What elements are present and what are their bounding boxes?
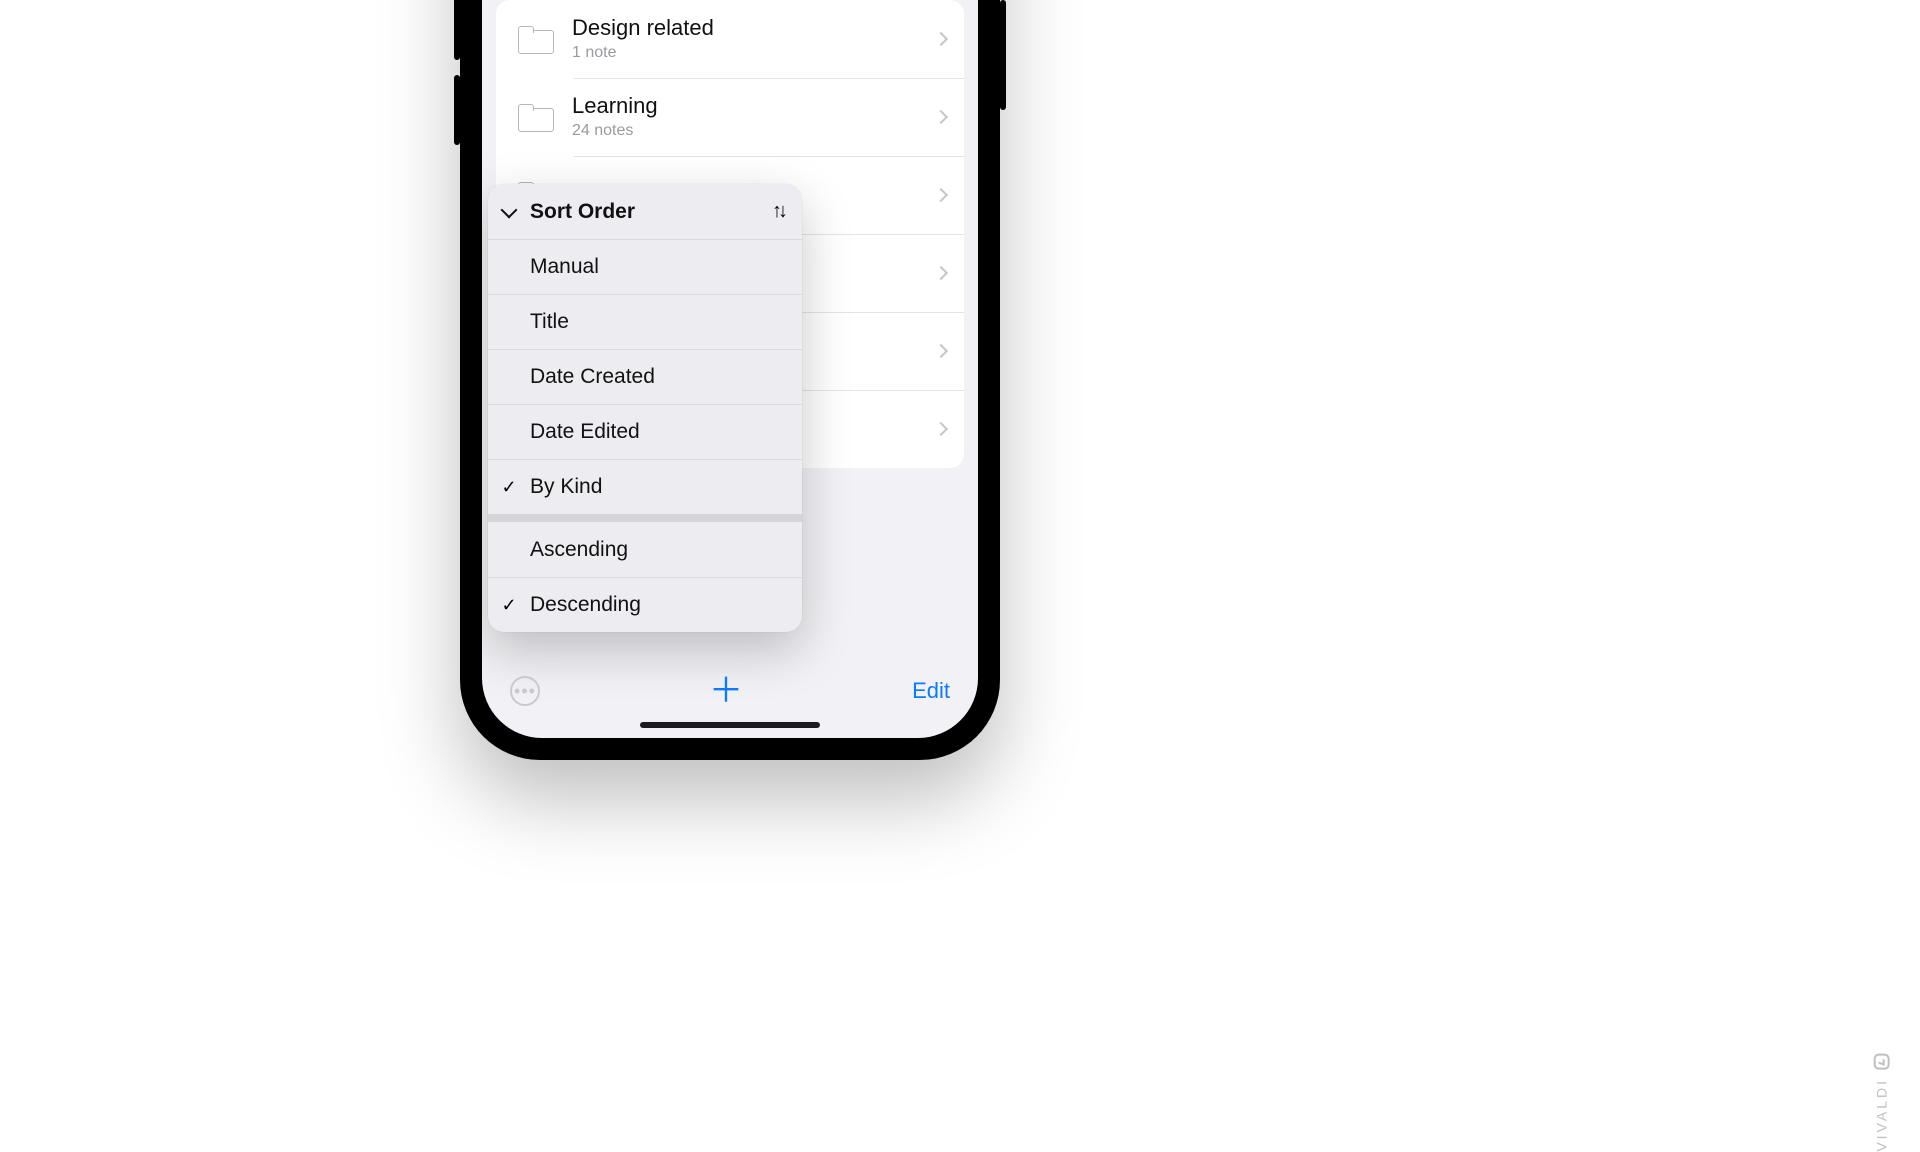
sort-direction-descending[interactable]: ✓ Descending	[488, 577, 802, 632]
toolbar: ••• ＋ Edit	[482, 674, 978, 708]
folder-sub: 24 notes	[572, 122, 936, 140]
watermark-text: VIVALDI	[1874, 1078, 1890, 1152]
chevron-right-icon	[934, 422, 948, 436]
more-button[interactable]: •••	[510, 676, 540, 706]
folder-row[interactable]: Learning 24 notes	[496, 78, 964, 156]
phone-screen: Design related 1 note Learning 24 notes …	[482, 0, 978, 738]
sort-option-title[interactable]: Title	[488, 294, 802, 349]
folder-icon	[518, 26, 552, 52]
sort-direction-ascending[interactable]: Ascending	[488, 522, 802, 577]
sort-option-date-created[interactable]: Date Created	[488, 349, 802, 404]
folder-icon	[518, 104, 552, 130]
check-icon: ✓	[488, 595, 530, 616]
folder-title: Design related	[572, 16, 936, 40]
sort-option-label: Date Edited	[530, 420, 784, 444]
sort-option-manual[interactable]: Manual	[488, 239, 802, 294]
chevron-down-icon	[501, 201, 518, 218]
sort-arrows-icon: ↑↓	[772, 200, 784, 223]
edit-button[interactable]: Edit	[912, 678, 950, 704]
folder-sub: 1 note	[572, 44, 936, 62]
home-indicator	[640, 722, 820, 728]
sort-option-label: By Kind	[530, 475, 784, 499]
volume-up	[454, 0, 460, 60]
sort-header[interactable]: Sort Order ↑↓	[488, 184, 802, 239]
phone-frame: Design related 1 note Learning 24 notes …	[460, 0, 1000, 760]
add-button[interactable]: ＋	[709, 674, 743, 708]
sort-option-label: Title	[530, 310, 784, 334]
popover-separator	[488, 514, 802, 522]
sort-header-label: Sort Order	[530, 200, 772, 224]
folder-title: Learning	[572, 94, 936, 118]
volume-down	[454, 75, 460, 145]
vivaldi-logo-icon	[1874, 1054, 1890, 1070]
sort-option-label: Date Created	[530, 365, 784, 389]
watermark: VIVALDI	[1874, 1054, 1890, 1152]
chevron-right-icon	[934, 32, 948, 46]
power-button	[1000, 0, 1006, 110]
folder-row[interactable]: Design related 1 note	[496, 0, 964, 78]
chevron-right-icon	[934, 110, 948, 124]
chevron-right-icon	[934, 188, 948, 202]
sort-option-label: Manual	[530, 255, 784, 279]
chevron-right-icon	[934, 344, 948, 358]
sort-direction-label: Ascending	[530, 538, 784, 562]
chevron-right-icon	[934, 266, 948, 280]
sort-option-by-kind[interactable]: ✓ By Kind	[488, 459, 802, 514]
check-icon: ✓	[488, 477, 530, 498]
sort-direction-label: Descending	[530, 593, 784, 617]
sort-option-date-edited[interactable]: Date Edited	[488, 404, 802, 459]
sort-order-popover: Sort Order ↑↓ Manual Title Date Created …	[488, 184, 802, 632]
